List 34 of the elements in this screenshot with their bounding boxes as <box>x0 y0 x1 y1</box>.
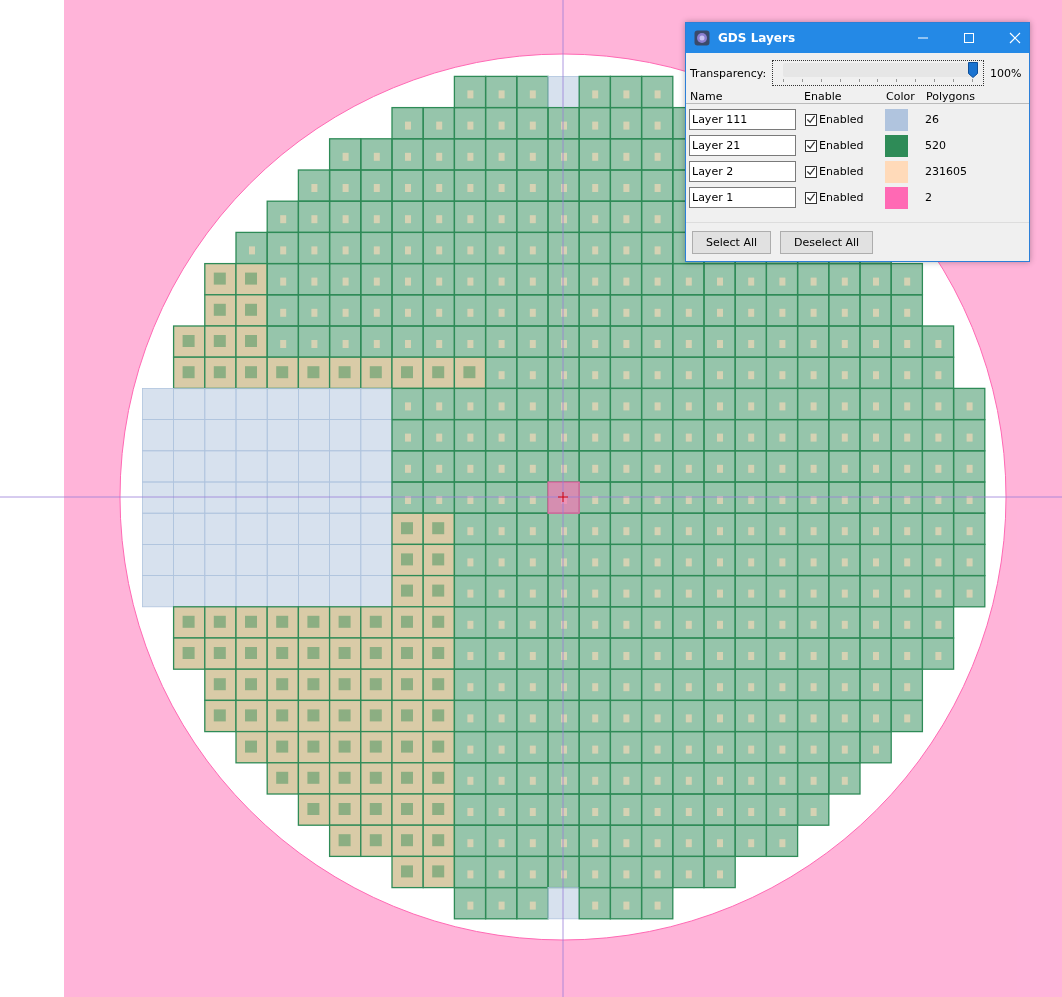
transparency-value: 100% <box>990 66 1022 80</box>
enabled-checkbox[interactable]: Enabled <box>805 113 885 126</box>
color-swatch[interactable] <box>885 160 908 183</box>
close-icon[interactable] <box>1009 32 1021 44</box>
check-icon <box>806 114 816 125</box>
app-icon <box>694 30 710 46</box>
polygon-count: 26 <box>925 113 939 126</box>
layer-name-field[interactable]: Layer 1 <box>689 187 796 208</box>
layer-name-field[interactable]: Layer 111 <box>689 109 796 130</box>
column-header: Enable <box>804 89 843 103</box>
slider-thumb[interactable] <box>968 62 978 78</box>
check-icon <box>806 192 816 203</box>
polygon-count: 2 <box>925 191 932 204</box>
maximize-icon[interactable] <box>963 32 975 44</box>
column-header: Color <box>886 89 916 103</box>
transparency-label: Transparency: <box>690 66 768 80</box>
enabled-checkbox[interactable]: Enabled <box>805 139 885 152</box>
layer-name-field[interactable]: Layer 21 <box>689 135 796 156</box>
window-title: GDS Layers <box>718 31 796 45</box>
polygon-count: 520 <box>925 139 946 152</box>
color-swatch[interactable] <box>885 186 908 209</box>
dialog-button[interactable]: Select All <box>692 231 772 254</box>
enabled-checkbox[interactable]: Enabled <box>805 165 885 178</box>
color-swatch[interactable] <box>885 134 908 157</box>
check-icon <box>806 166 816 177</box>
column-header: Name <box>690 89 724 103</box>
polygon-count: 231605 <box>925 165 967 178</box>
transparency-slider[interactable] <box>772 60 984 86</box>
layer-name-field[interactable]: Layer 2 <box>689 161 796 182</box>
color-swatch[interactable] <box>885 108 908 131</box>
column-header: Polygons <box>926 89 975 103</box>
enabled-checkbox[interactable]: Enabled <box>805 191 885 204</box>
check-icon <box>806 140 816 151</box>
dialog-button[interactable]: Deselect All <box>780 231 874 254</box>
